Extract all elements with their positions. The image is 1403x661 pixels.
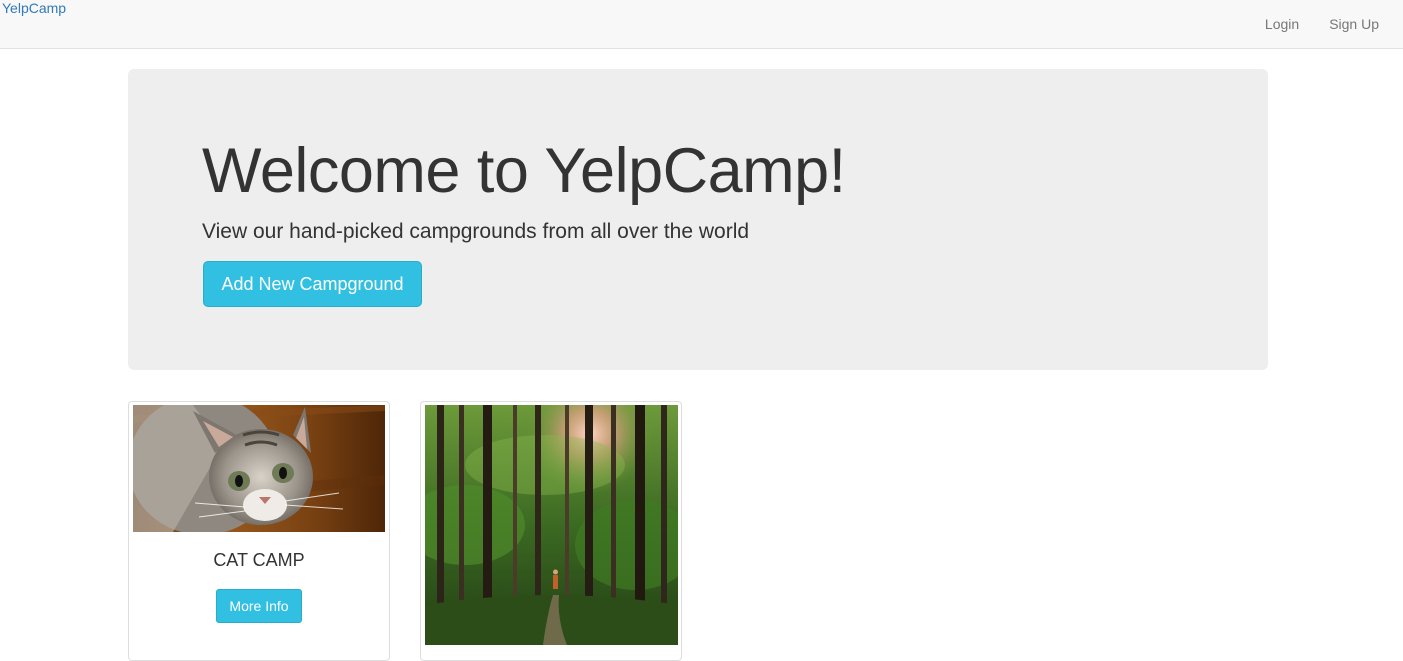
signup-link[interactable]: Sign Up bbox=[1314, 0, 1403, 48]
more-info-button[interactable]: More Info bbox=[216, 589, 302, 623]
forest-trail-photo bbox=[425, 405, 678, 645]
add-campground-button[interactable]: Add New Campground bbox=[203, 261, 422, 307]
page-title: Welcome to YelpCamp! bbox=[202, 136, 846, 206]
jumbotron: Welcome to YelpCamp! View our hand-picke… bbox=[128, 69, 1268, 370]
navbar: YelpCamp Login Sign Up bbox=[0, 0, 1403, 49]
campground-image[interactable] bbox=[425, 405, 678, 645]
nav-right: Login Sign Up bbox=[1250, 0, 1403, 48]
brand-link[interactable]: YelpCamp bbox=[2, 0, 66, 17]
page-subtitle: View our hand-picked campgrounds from al… bbox=[202, 220, 750, 243]
campground-card: CAT CAMP More Info bbox=[128, 401, 390, 661]
campground-card bbox=[420, 401, 682, 661]
kitten-photo bbox=[133, 405, 385, 532]
login-link[interactable]: Login bbox=[1250, 0, 1314, 48]
campground-image[interactable] bbox=[133, 405, 385, 532]
campground-name: CAT CAMP bbox=[213, 550, 305, 570]
